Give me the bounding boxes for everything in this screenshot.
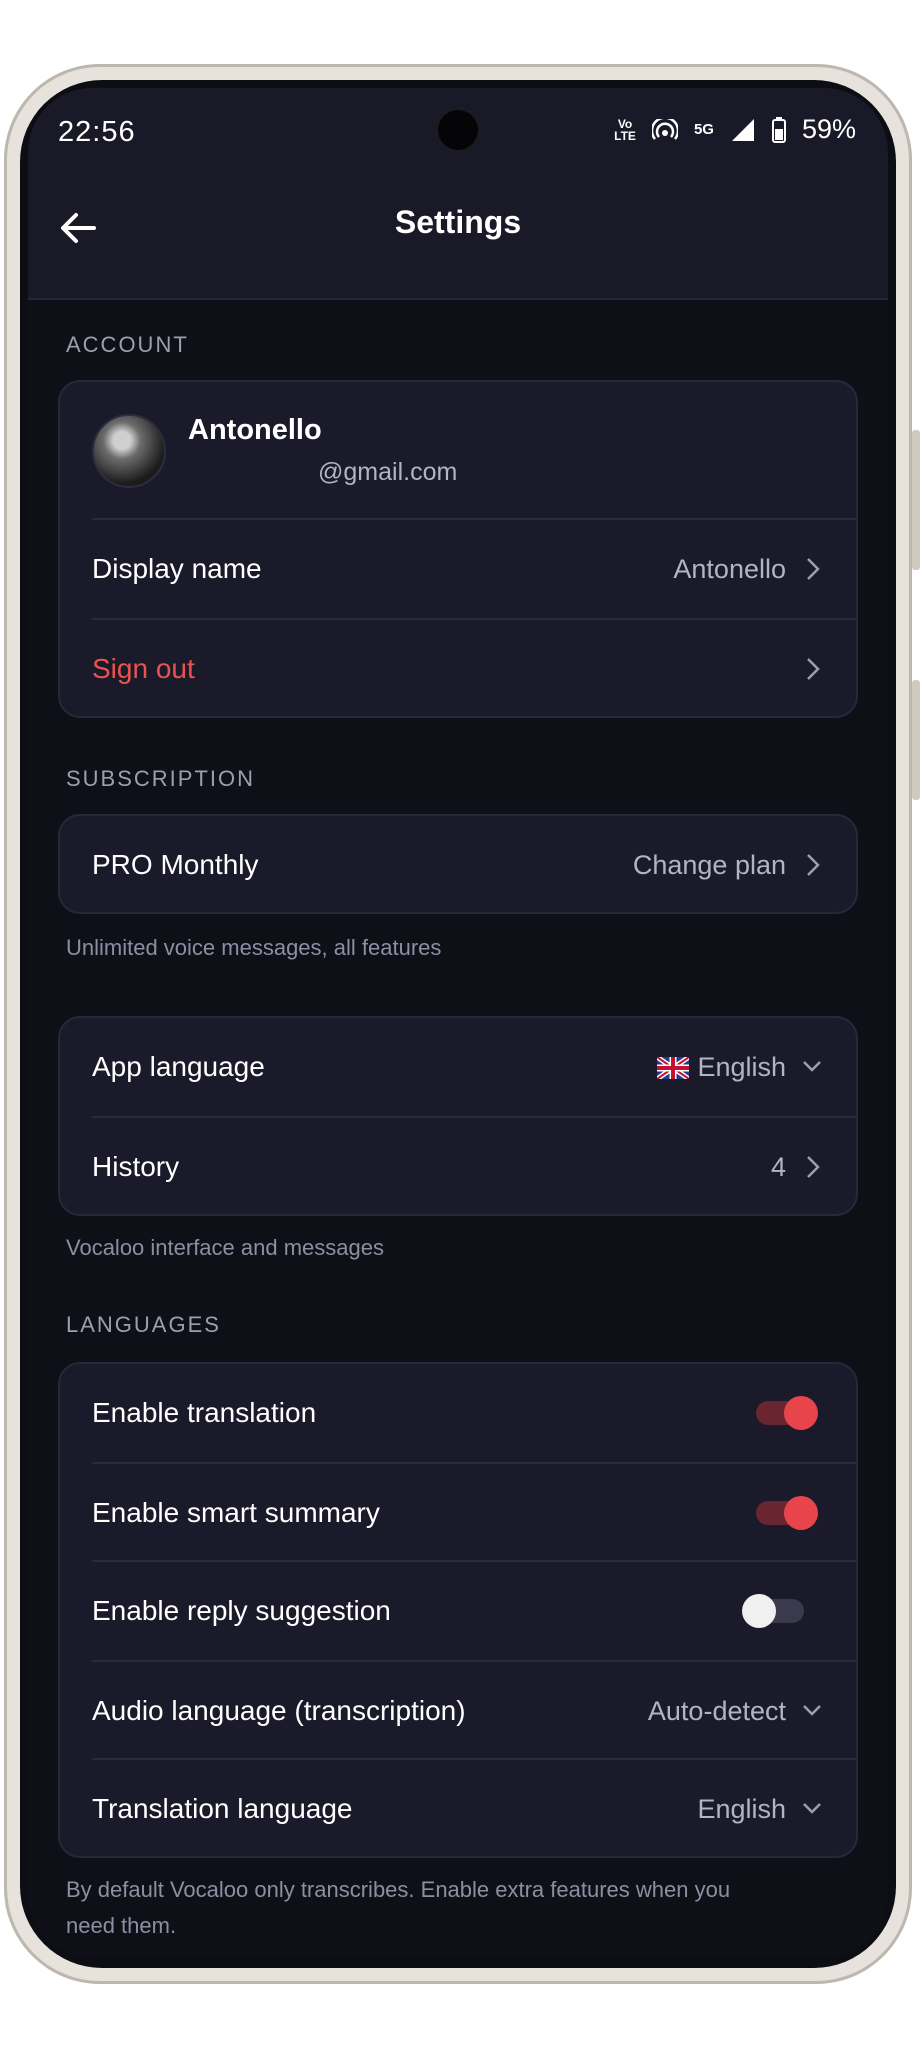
chevron-right-icon [807, 558, 820, 580]
translation-language-label: Translation language [92, 1793, 353, 1824]
top-app-bar: 22:56 Vo LTE 5G 59% Settings [28, 88, 888, 300]
section-label-languages: LANGUAGES [66, 1312, 221, 1337]
app-settings-note: Vocaloo interface and messages [66, 1235, 384, 1260]
app-screen: 22:56 Vo LTE 5G 59% Settings ACCOUNT Ant… [28, 88, 888, 1958]
chevron-right-icon [807, 1156, 820, 1178]
chevron-down-icon [803, 1803, 821, 1814]
audio-language-label: Audio language (transcription) [92, 1695, 466, 1726]
front-camera [438, 110, 478, 150]
history-count: 4 [770, 1152, 786, 1182]
sign-out-label: Sign out [92, 653, 195, 684]
enable-reply-row[interactable]: Enable reply suggestion [60, 1562, 856, 1660]
languages-note-line1: By default Vocaloo only transcribes. Ena… [66, 1877, 731, 1902]
app-settings-card: App language English History 4 [58, 1016, 858, 1216]
plan-label: PRO Monthly [92, 849, 259, 880]
chevron-down-icon [803, 1061, 821, 1072]
account-card: Antonello @gmail.com Display name Antone… [58, 380, 858, 718]
app-language-text: English [697, 1052, 786, 1082]
subscription-note: Unlimited voice messages, all features [66, 935, 442, 960]
page-title: Settings [394, 204, 522, 240]
enable-summary-label: Enable smart summary [92, 1497, 380, 1528]
status-time: 22:56 [58, 116, 136, 148]
avatar [92, 414, 166, 488]
display-name-value: Antonello [673, 554, 786, 584]
chevron-right-icon [807, 854, 820, 876]
sign-out-row[interactable]: Sign out [60, 620, 856, 718]
history-row[interactable]: History 4 [60, 1118, 856, 1216]
enable-translation-toggle[interactable] [756, 1396, 820, 1430]
languages-card: Enable translation Enable smart summary … [58, 1362, 858, 1858]
app-language-row[interactable]: App language English [60, 1018, 856, 1116]
enable-summary-toggle[interactable] [756, 1496, 820, 1530]
audio-language-row[interactable]: Audio language (transcription) Auto-dete… [60, 1662, 856, 1760]
translation-language-value: English [697, 1794, 786, 1824]
translation-language-row[interactable]: Translation language English [60, 1760, 856, 1858]
languages-note-line2: need them. [66, 1913, 177, 1938]
side-button-upper [912, 430, 920, 570]
status-icons: Vo LTE 5G 59% [614, 114, 856, 145]
signal-icon [731, 118, 754, 141]
app-language-label: App language [92, 1051, 265, 1082]
hotspot-icon [651, 118, 678, 140]
chevron-right-icon [807, 658, 820, 680]
app-language-value: English [657, 1018, 786, 1116]
enable-translation-label: Enable translation [92, 1397, 317, 1428]
section-label-account: ACCOUNT [66, 332, 189, 357]
display-name-row[interactable]: Display name Antonello [60, 520, 856, 618]
account-name: Antonello [188, 414, 322, 446]
volte-icon: Vo LTE [614, 116, 636, 143]
subscription-card: PRO Monthly Change plan [58, 814, 858, 914]
section-label-subscription: SUBSCRIPTION [66, 766, 256, 791]
enable-reply-label: Enable reply suggestion [92, 1595, 391, 1626]
change-plan-link: Change plan [632, 850, 786, 880]
history-label: History [92, 1151, 180, 1182]
audio-language-value: Auto-detect [647, 1696, 786, 1726]
enable-reply-toggle[interactable] [742, 1594, 806, 1628]
battery-percent: 59% [801, 114, 856, 144]
subscription-row[interactable]: PRO Monthly Change plan [60, 816, 856, 914]
chevron-down-icon [803, 1705, 821, 1716]
enable-summary-row[interactable]: Enable smart summary [60, 1464, 856, 1562]
uk-flag-icon [657, 1057, 690, 1079]
languages-note: By default Vocaloo only transcribes. Ena… [66, 1872, 730, 1944]
enable-translation-row[interactable]: Enable translation [60, 1364, 856, 1462]
account-email: @gmail.com [318, 458, 458, 486]
battery-icon [771, 116, 786, 143]
network-type: 5G [693, 120, 714, 138]
display-name-label: Display name [92, 553, 262, 584]
side-button-lower [912, 680, 920, 800]
